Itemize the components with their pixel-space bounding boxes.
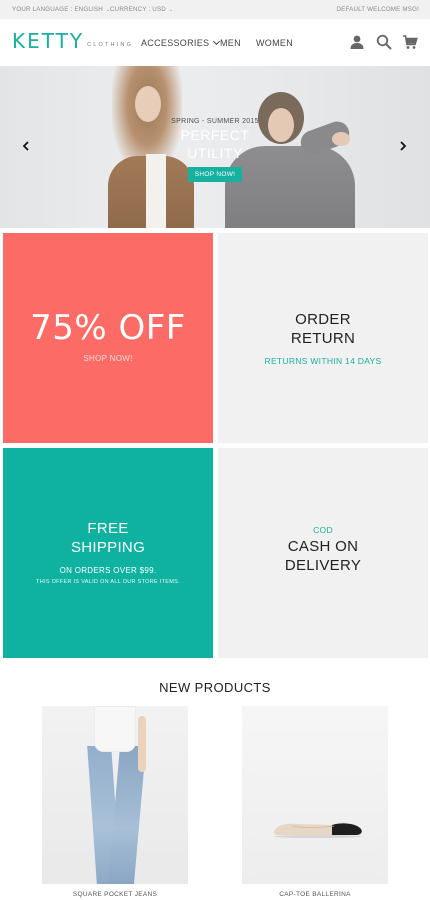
logo-text: KETTY (12, 29, 85, 53)
language-label: YOUR LANGUAGE : ENGLISH (12, 6, 103, 13)
promo-sale-tile[interactable]: 75% OFF SHOP NOW! (3, 233, 213, 443)
cod-label: COD (313, 525, 333, 535)
shipping-line2: SHIPPING (70, 539, 146, 556)
hero-banner: SPRING - SUMMER 2015 PERFECT UTILITY SHO… (0, 66, 430, 228)
nav-label: ACCESSORIES (141, 38, 210, 48)
return-subtext: RETURNS WITHIN 14 DAYS (264, 356, 382, 366)
return-line1: ORDER (295, 311, 351, 328)
welcome-message: DEFAULT WELCOME MSG! (337, 6, 420, 13)
nav-women[interactable]: WOMEN (256, 38, 293, 48)
product-card[interactable] (42, 706, 188, 884)
shipping-line1: FREE (87, 520, 129, 537)
product-image[interactable] (242, 706, 388, 884)
return-line2: RETURN (290, 330, 356, 347)
nav-label: WOMEN (256, 38, 293, 48)
sale-headline: 75% OFF (30, 308, 186, 348)
currency-selector[interactable]: CURRENCY : USD ⌄ (110, 6, 173, 13)
product-name[interactable]: CAP-TOE BALLERINA (242, 891, 388, 898)
promo-cod-tile[interactable]: COD CASH ON DELIVERY (218, 448, 428, 658)
nav-men[interactable]: MEN (220, 38, 241, 48)
logo-subtext: CLOTHING (87, 42, 134, 48)
chevron-right-icon[interactable] (398, 141, 408, 151)
cod-line2: DELIVERY (284, 557, 362, 574)
user-icon[interactable] (349, 34, 365, 50)
cod-line1: CASH ON (287, 538, 359, 555)
cart-icon[interactable] (402, 34, 418, 50)
nav-accessories[interactable]: ACCESSORIES (141, 37, 221, 48)
new-products-heading: NEW PRODUCTS (159, 680, 271, 695)
shoe-image (274, 822, 362, 838)
hero-subtitle: SPRING - SUMMER 2015 (171, 118, 259, 125)
shipping-fineprint: THIS OFFER IS VALID ON ALL OUR STORE ITE… (36, 579, 180, 585)
hero-caption: SPRING - SUMMER 2015 PERFECT UTILITY SHO… (165, 118, 265, 182)
chevron-left-icon[interactable] (21, 141, 31, 151)
top-bar: YOUR LANGUAGE : ENGLISH ⌄ CURRENCY : USD… (0, 0, 430, 19)
site-logo[interactable]: KETTY CLOTHING (12, 31, 133, 51)
hero-title-line2: UTILITY (187, 145, 243, 161)
search-icon[interactable] (376, 34, 392, 50)
shipping-subtext: ON ORDERS OVER $99. (59, 566, 157, 575)
site-header: KETTY CLOTHING ACCESSORIES MEN WOMEN (0, 19, 430, 66)
welcome-text: DEFAULT WELCOME MSG! (336, 6, 419, 13)
language-selector[interactable]: YOUR LANGUAGE : ENGLISH ⌄ (12, 6, 110, 13)
chevron-down-icon: ⌄ (168, 6, 174, 13)
currency-label: CURRENCY : USD (110, 6, 166, 13)
product-image[interactable] (42, 706, 188, 884)
product-name[interactable]: SQUARE POCKET JEANS (42, 891, 188, 898)
hero-shop-now-button[interactable]: SHOP NOW! (187, 167, 243, 182)
hero-title-line1: PERFECT (180, 127, 250, 143)
promo-shipping-tile[interactable]: FREE SHIPPING ON ORDERS OVER $99. THIS O… (3, 448, 213, 658)
sale-shop-now-link[interactable]: SHOP NOW! (3, 354, 213, 363)
nav-label: MEN (220, 38, 241, 48)
product-card[interactable] (242, 706, 388, 884)
promo-return-tile[interactable]: ORDER RETURN RETURNS WITHIN 14 DAYS (218, 233, 428, 443)
